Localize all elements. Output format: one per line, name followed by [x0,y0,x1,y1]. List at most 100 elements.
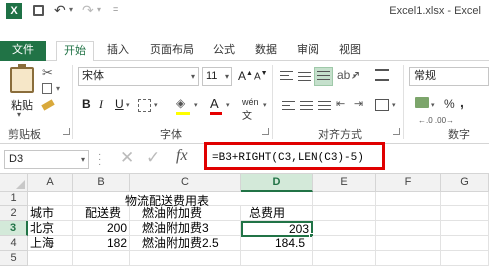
phonetic-dropdown-icon[interactable]: ▾ [263,101,267,109]
copy-icon[interactable] [42,83,52,94]
cell-g5[interactable] [441,251,489,266]
undo-dropdown-icon[interactable]: ▾ [69,5,73,14]
cell-e4[interactable] [313,236,376,251]
align-center-icon[interactable] [300,101,313,112]
phonetic-guide-icon[interactable]: wén 文 [242,97,259,122]
borders-dropdown-icon[interactable]: ▾ [154,101,158,109]
cell-a5[interactable] [28,251,73,266]
cell-e2[interactable] [313,206,376,221]
decrease-indent-icon[interactable]: ⇤ [336,97,345,110]
tab-insert[interactable]: 插入 [104,41,132,61]
cell-d3-selected[interactable]: 203 [241,221,313,237]
redo-dropdown-icon[interactable]: ▾ [97,5,101,14]
decrease-font-size-button[interactable]: A▼ [254,70,268,82]
decimal-places-icon[interactable]: ←.0 .00→ [418,116,454,125]
alignment-launcher-icon[interactable] [393,128,400,135]
cell-c5[interactable] [130,251,241,266]
select-all-button[interactable] [0,174,28,192]
cell-g3[interactable] [441,221,489,236]
borders-icon[interactable] [138,99,151,112]
paste-dropdown-icon[interactable]: ▾ [17,110,21,119]
cell-c3[interactable]: 燃油附加费3 [130,221,241,236]
cell-a4[interactable]: 上海 [28,236,73,251]
copy-dropdown-icon[interactable]: ▾ [56,84,60,93]
font-color-icon[interactable]: A [210,96,219,111]
cell-f2[interactable] [376,206,441,221]
cell-b2[interactable]: 配送费 [73,206,130,221]
enter-formula-button[interactable]: ✓ [146,148,160,168]
cell-b5[interactable] [73,251,130,266]
font-launcher-icon[interactable] [262,128,269,135]
row-header-3[interactable]: 3 [0,221,28,236]
currency-dropdown-icon[interactable]: ▾ [431,101,435,109]
column-header-f[interactable]: F [376,174,441,192]
tab-formulas[interactable]: 公式 [210,41,238,61]
cell-b4[interactable]: 182 [73,236,130,251]
cell-e3[interactable] [313,221,376,236]
cell-b3[interactable]: 200 [73,221,130,236]
column-header-a[interactable]: A [28,174,73,192]
cell-e1[interactable] [313,192,376,206]
cell-f1[interactable] [376,192,441,206]
row-header-4[interactable]: 4 [0,236,28,251]
customize-toolbar-icon[interactable]: = [113,4,118,14]
cell-d1[interactable] [241,192,313,206]
align-top-icon[interactable] [280,71,293,82]
merge-center-icon[interactable] [375,99,389,111]
wrap-text-icon[interactable] [375,69,389,81]
align-bottom-button[interactable] [314,67,333,86]
formula-bar-grip-icon[interactable]: · · · [98,150,102,170]
cell-a1[interactable] [28,192,73,206]
font-name-select[interactable]: 宋体 ▾ [78,67,199,86]
tab-home[interactable]: 开始 [56,41,94,62]
orientation-dropdown-icon[interactable]: ▾ [353,72,357,80]
tab-file[interactable]: 文件 [0,41,46,61]
undo-icon[interactable]: ↶ [54,2,66,19]
cell-g2[interactable] [441,206,489,221]
cancel-formula-button[interactable]: ✕ [120,148,134,168]
comma-style-button[interactable]: , [460,94,464,110]
name-box[interactable]: D3 ▾ [4,150,89,169]
tab-view[interactable]: 视图 [336,41,364,61]
tab-data[interactable]: 数据 [252,41,280,61]
cell-g1[interactable] [441,192,489,206]
tab-review[interactable]: 审阅 [294,41,322,61]
column-header-e[interactable]: E [313,174,376,192]
cell-f4[interactable] [376,236,441,251]
align-middle-icon[interactable] [298,71,311,82]
paste-icon[interactable] [10,64,34,93]
column-header-g[interactable]: G [441,174,489,192]
insert-function-button[interactable]: fx [176,147,188,165]
fill-color-dropdown-icon[interactable]: ▾ [194,101,198,109]
save-icon[interactable] [33,5,44,16]
redo-icon[interactable]: ↷ [82,2,94,19]
cell-d5[interactable] [241,251,313,266]
cell-d4[interactable]: 184.5 [241,236,313,251]
underline-dropdown-icon[interactable]: ▾ [126,101,130,109]
percent-style-button[interactable]: % [444,97,455,111]
currency-icon[interactable] [415,97,429,108]
font-color-dropdown-icon[interactable]: ▾ [226,101,230,109]
tab-page-layout[interactable]: 页面布局 [146,41,198,61]
increase-indent-icon[interactable]: ⇥ [354,97,363,110]
clipboard-launcher-icon[interactable] [63,128,70,135]
row-header-5[interactable]: 5 [0,251,28,266]
column-header-b[interactable]: B [73,174,130,192]
column-header-c[interactable]: C [130,174,241,192]
cell-a3[interactable]: 北京 [28,221,73,236]
spreadsheet-grid[interactable]: A B C D E F G 1 2 3 4 5 物流配送费用表 城市 配送费 燃… [0,174,489,268]
cell-b1[interactable] [73,192,130,206]
cut-icon[interactable]: ✂ [42,65,53,81]
row-header-1[interactable]: 1 [0,192,28,206]
merge-dropdown-icon[interactable]: ▾ [392,101,396,109]
row-header-2[interactable]: 2 [0,206,28,221]
cell-f3[interactable] [376,221,441,236]
cell-c2[interactable]: 燃油附加费 [130,206,241,221]
fill-color-icon[interactable]: ◈ [176,96,185,110]
column-header-d[interactable]: D [241,174,313,192]
cell-g4[interactable] [441,236,489,251]
number-format-select[interactable]: 常规 [409,67,489,86]
paste-button-label[interactable]: 粘贴 [11,97,33,113]
font-size-select[interactable]: 11 ▾ [202,67,232,86]
align-left-icon[interactable] [282,101,295,112]
